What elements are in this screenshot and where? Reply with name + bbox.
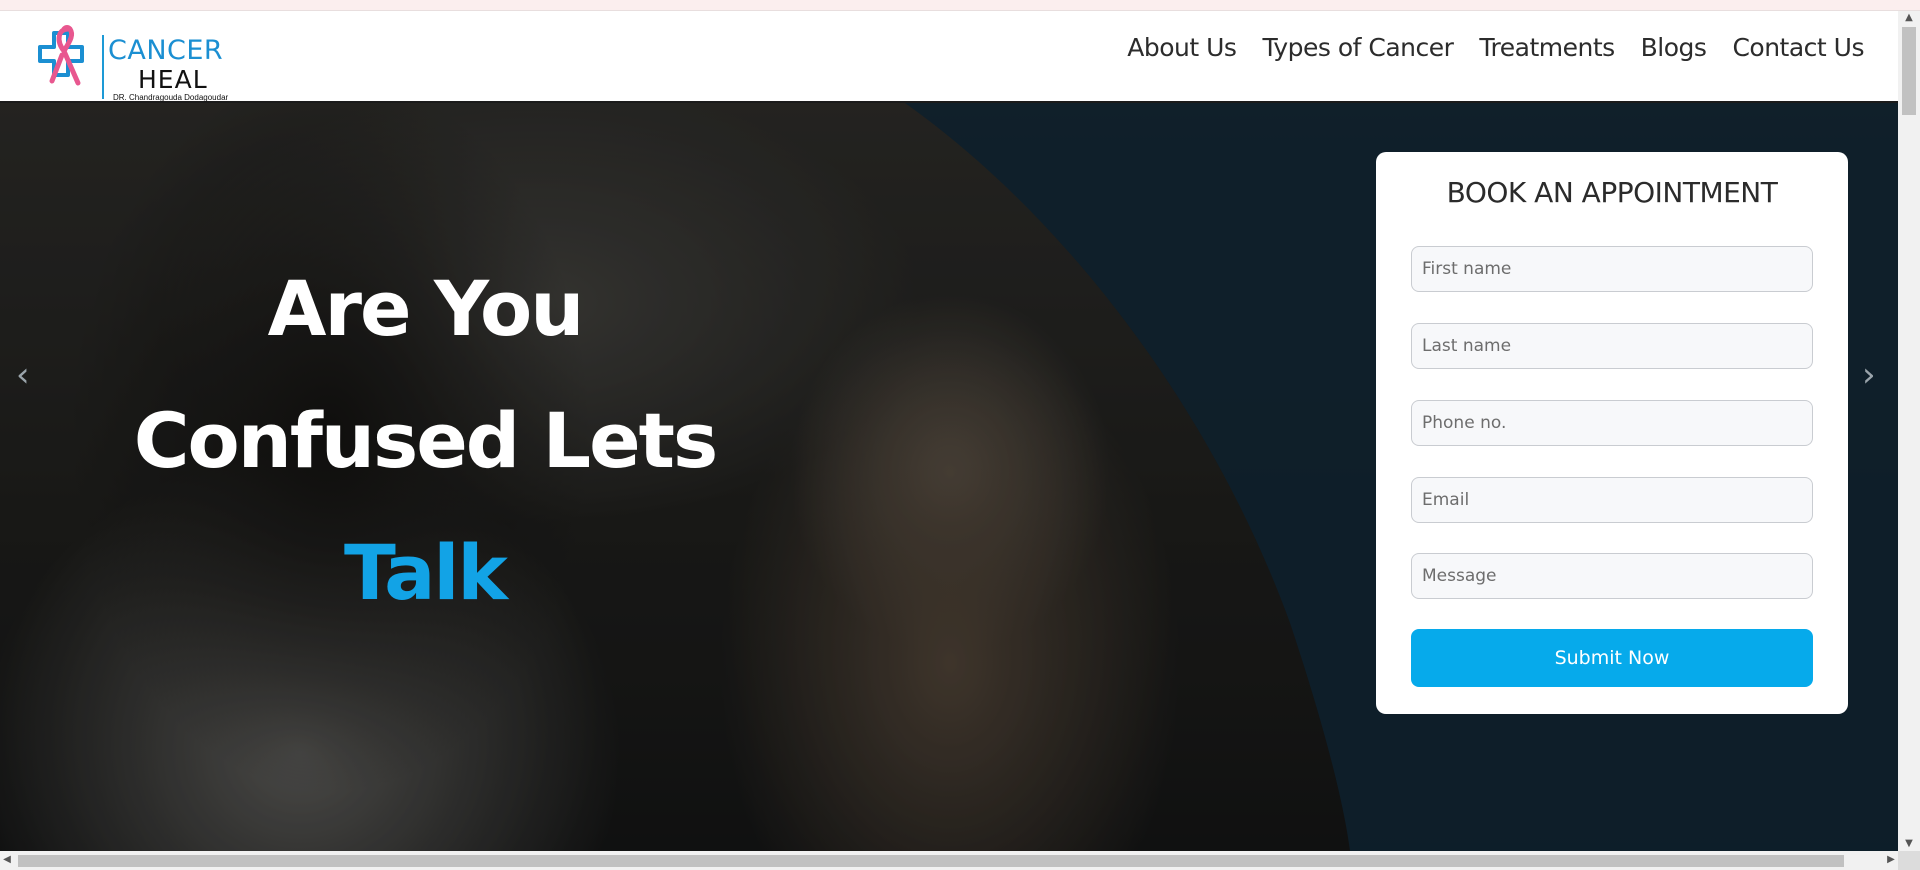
- scrollbar-corner: [1898, 851, 1920, 870]
- site-header: CANCER HEAL DR. Chandragouda Dodagoudar …: [0, 11, 1898, 103]
- browser-top-strip: [0, 0, 1920, 11]
- submit-now-button[interactable]: Submit Now: [1411, 629, 1813, 687]
- nav-types-of-cancer[interactable]: Types of Cancer: [1262, 33, 1453, 62]
- email-input[interactable]: [1411, 477, 1813, 523]
- scroll-up-icon[interactable]: ▲: [1898, 11, 1920, 25]
- scroll-left-icon[interactable]: ◀: [0, 853, 14, 867]
- vertical-scroll-thumb[interactable]: [1902, 27, 1916, 115]
- hero-headline: Are You Confused Lets Talk: [80, 243, 770, 639]
- logo-divider: [102, 35, 104, 99]
- nav-about-us[interactable]: About Us: [1127, 33, 1237, 62]
- main-nav: About Us Types of Cancer Treatments Blog…: [1127, 33, 1864, 62]
- logo-doctor-name: DR. Chandragouda Dodagoudar: [113, 93, 229, 102]
- vertical-scrollbar[interactable]: ▲ ▼: [1898, 11, 1920, 851]
- logo-word-heal: HEAL: [138, 65, 208, 94]
- slider-next-arrow[interactable]: ›: [1862, 358, 1876, 392]
- phone-input[interactable]: [1411, 400, 1813, 446]
- first-name-input[interactable]: [1411, 246, 1813, 292]
- nav-blogs[interactable]: Blogs: [1641, 33, 1707, 62]
- nav-treatments[interactable]: Treatments: [1479, 33, 1615, 62]
- slider-prev-arrow[interactable]: ‹: [16, 358, 30, 392]
- logo-cross-ribbon-icon: [38, 25, 84, 86]
- message-input[interactable]: [1411, 553, 1813, 599]
- scroll-down-icon[interactable]: ▼: [1898, 837, 1920, 851]
- headline-accent: Talk: [344, 528, 508, 617]
- appointment-form-title: BOOK AN APPOINTMENT: [1446, 176, 1778, 209]
- logo-word-cancer: CANCER: [108, 35, 224, 66]
- site-logo[interactable]: CANCER HEAL DR. Chandragouda Dodagoudar: [34, 23, 244, 105]
- headline-line-1: Are You: [267, 264, 585, 353]
- nav-contact-us[interactable]: Contact Us: [1732, 33, 1864, 62]
- headline-line-2: Confused Lets: [133, 396, 718, 485]
- horizontal-scrollbar[interactable]: ◀ ▶: [0, 851, 1898, 870]
- hero-slider: ‹ › Are You Confused Lets Talk BOOK AN A…: [0, 103, 1898, 851]
- last-name-input[interactable]: [1411, 323, 1813, 369]
- horizontal-scroll-thumb[interactable]: [18, 855, 1844, 867]
- appointment-form: BOOK AN APPOINTMENT Submit Now: [1376, 152, 1848, 714]
- scroll-right-icon[interactable]: ▶: [1884, 853, 1898, 867]
